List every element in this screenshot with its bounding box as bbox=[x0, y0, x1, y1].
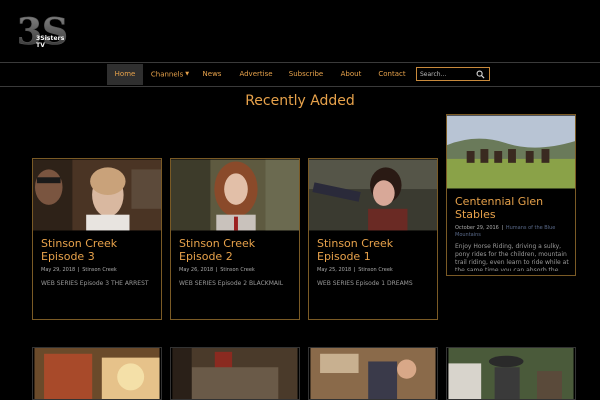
search-box bbox=[416, 67, 490, 81]
post-thumbnail[interactable] bbox=[446, 347, 576, 400]
nav-news-label: News bbox=[202, 70, 222, 78]
post-thumbnail[interactable] bbox=[308, 347, 438, 400]
post-meta: May 25, 2018 Stinson Creek bbox=[317, 267, 393, 273]
post-excerpt: WEB SERIES Episode 3 THE ARREST bbox=[41, 280, 149, 287]
meta-divider bbox=[354, 267, 356, 272]
post-date: May 29, 2018 bbox=[41, 267, 76, 273]
header-divider-top bbox=[0, 62, 600, 63]
nav-subscribe[interactable]: Subscribe bbox=[284, 64, 328, 85]
main-navigation: Home Channels ▼ News Advertise Subscribe … bbox=[0, 64, 600, 85]
search-input[interactable] bbox=[420, 69, 476, 80]
site-logo[interactable]: 3S 3Sisters TV bbox=[16, 10, 69, 54]
post-thumbnail[interactable] bbox=[32, 347, 162, 400]
nav-advertise[interactable]: Advertise bbox=[233, 64, 279, 85]
post-meta: May 26, 2018 Stinson Creek bbox=[179, 267, 255, 273]
post-title[interactable]: Stinson Creek Episode 3 bbox=[41, 237, 157, 263]
post-thumbnail[interactable] bbox=[309, 159, 437, 231]
post-thumbnail[interactable] bbox=[171, 159, 299, 231]
post-category[interactable]: Stinson Creek bbox=[358, 267, 393, 273]
chevron-down-icon: ▼ bbox=[185, 71, 190, 77]
meta-divider bbox=[78, 267, 80, 272]
featured-post-card[interactable]: Centennial Glen Stables October 29, 2016… bbox=[446, 114, 576, 276]
post-excerpt: WEB SERIES Episode 2 BLACKMAIL bbox=[179, 280, 284, 287]
nav-subscribe-label: Subscribe bbox=[288, 70, 324, 78]
logo-text: 3Sisters TV bbox=[36, 35, 65, 49]
post-card[interactable]: Stinson Creek Episode 1 May 25, 2018 Stin… bbox=[308, 158, 438, 320]
nav-about-label: About bbox=[340, 70, 362, 78]
post-title[interactable]: Stinson Creek Episode 1 bbox=[317, 237, 433, 263]
search-icon[interactable] bbox=[476, 70, 485, 79]
post-thumbnail[interactable] bbox=[170, 347, 300, 400]
nav-home-label: Home bbox=[114, 70, 136, 78]
nav-news[interactable]: News bbox=[198, 64, 226, 85]
nav-channels[interactable]: Channels ▼ bbox=[146, 64, 194, 85]
post-title[interactable]: Centennial Glen Stables bbox=[455, 195, 571, 221]
section-title: Recently Added bbox=[245, 93, 355, 109]
post-title[interactable]: Stinson Creek Episode 2 bbox=[179, 237, 295, 263]
post-thumbnail[interactable] bbox=[447, 115, 575, 189]
post-excerpt: Enjoy Horse Riding, driving a sulky, pon… bbox=[455, 243, 569, 271]
meta-divider bbox=[216, 267, 218, 272]
post-card[interactable]: Stinson Creek Episode 2 May 26, 2018 Stin… bbox=[170, 158, 300, 320]
post-meta: May 29, 2018 Stinson Creek bbox=[41, 267, 117, 273]
post-category[interactable]: Stinson Creek bbox=[82, 267, 117, 273]
post-meta: October 29, 2016 Humans of the Blue Mount… bbox=[455, 225, 571, 239]
post-date: May 25, 2018 bbox=[317, 267, 352, 273]
nav-contact[interactable]: Contact bbox=[372, 64, 412, 85]
nav-about[interactable]: About bbox=[335, 64, 367, 85]
post-thumbnail[interactable] bbox=[33, 159, 161, 231]
nav-home[interactable]: Home bbox=[107, 64, 143, 85]
header-divider-bottom bbox=[0, 86, 600, 87]
meta-divider bbox=[501, 225, 503, 230]
post-card[interactable]: Stinson Creek Episode 3 May 29, 2018 Stin… bbox=[32, 158, 162, 320]
nav-advertise-label: Advertise bbox=[239, 70, 273, 78]
post-date: October 29, 2016 bbox=[455, 225, 499, 231]
post-category[interactable]: Stinson Creek bbox=[220, 267, 255, 273]
nav-contact-label: Contact bbox=[378, 70, 406, 78]
post-excerpt: WEB SERIES Episode 1 DREAMS bbox=[317, 280, 413, 287]
post-date: May 26, 2018 bbox=[179, 267, 214, 273]
nav-channels-label: Channels bbox=[150, 70, 184, 79]
